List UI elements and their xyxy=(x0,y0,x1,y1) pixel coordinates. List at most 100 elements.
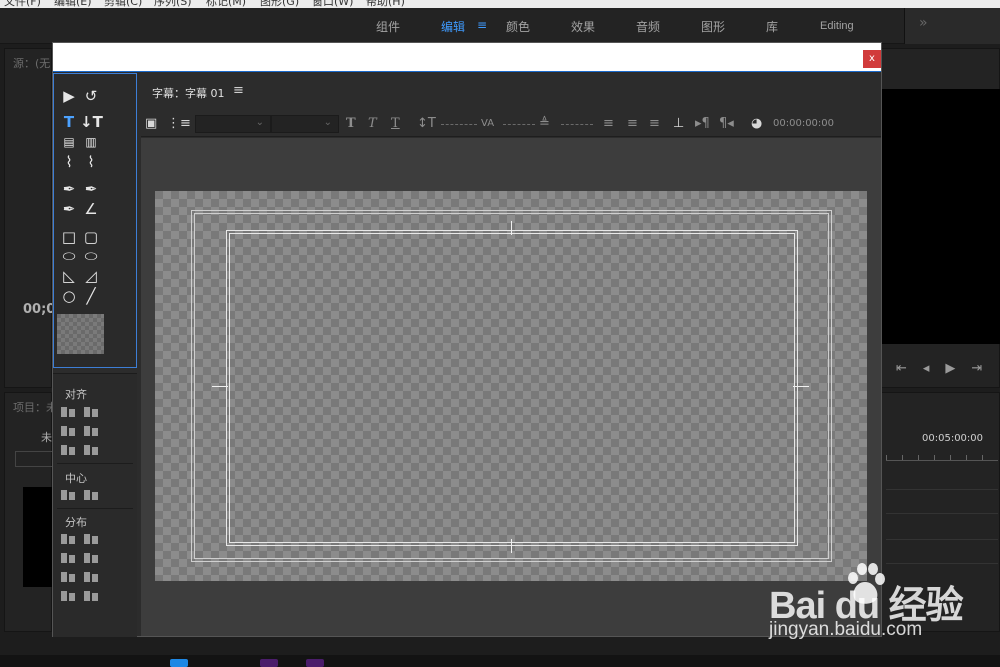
source-tab[interactable]: 源：(无 xyxy=(13,55,50,71)
workspace-tab-editing-en[interactable]: Editing xyxy=(820,20,854,32)
project-tab[interactable]: 项目：未 xyxy=(13,399,57,415)
title-canvas[interactable] xyxy=(155,191,867,581)
align-left-icon[interactable] xyxy=(61,405,75,419)
background-video-timecode[interactable]: 00:00:00:00 xyxy=(773,118,834,129)
taskbar-premiere-icon[interactable] xyxy=(306,659,324,667)
distribute-vcenter-icon[interactable] xyxy=(84,551,98,565)
distribute-bottom-icon[interactable] xyxy=(84,570,98,584)
project-thumbnail[interactable] xyxy=(23,487,53,587)
workspace-tab-libraries[interactable]: 库 xyxy=(766,18,778,35)
menu-graphics[interactable]: 图形(G) xyxy=(260,0,299,8)
distribute-right-icon[interactable] xyxy=(61,570,75,584)
vertical-path-type-tool-icon[interactable]: ⌇ xyxy=(80,153,102,171)
font-size-icon[interactable]: ↕T xyxy=(417,116,436,132)
align-hcenter-icon[interactable] xyxy=(61,424,75,438)
type-tool-icon[interactable]: T xyxy=(58,113,80,131)
menu-sequence[interactable]: 序列(S) xyxy=(154,0,192,8)
show-background-video-icon[interactable]: ◕ xyxy=(751,116,762,132)
titler-titlebar[interactable]: x xyxy=(53,43,881,72)
rectangle-tool-icon[interactable]: □ xyxy=(58,228,80,246)
workspace-tab-editing[interactable]: 编辑 xyxy=(441,18,465,35)
menu-help[interactable]: 帮助(H) xyxy=(366,0,405,8)
rounded-rectangle-tool-icon[interactable]: ▢ xyxy=(80,228,102,246)
add-anchor-tool-icon[interactable]: ✒ xyxy=(58,200,80,218)
distribute-section-label: 分布 xyxy=(65,516,87,529)
titler-dialog: x ▶ ↺ T ↓T ▤ ▥ ⌇ ⌇ ✒ ✒ ✒ ∠ □ ▢ ⬭ ⬭ ◺ ◿ ○… xyxy=(52,42,882,637)
clipped-rectangle-tool-icon[interactable]: ⬭ xyxy=(58,247,80,265)
italic-icon[interactable]: T xyxy=(368,116,377,132)
menu-edit[interactable]: 编辑(E) xyxy=(54,0,92,8)
baidu-url-text: jingyan.baidu.com xyxy=(769,619,923,640)
titler-toolbar: ▣ ⋮≡ ⌄ ⌄ T T T ↕T VA ≜ ≡ ≡ ≡ ⊥ ▸¶ ¶◂ ◕ 0… xyxy=(141,113,881,137)
align-text-center-icon[interactable]: ≡ xyxy=(627,116,638,132)
kerning-icon[interactable]: VA xyxy=(481,116,494,132)
distribute-left-icon[interactable] xyxy=(61,532,75,546)
timeline-ruler[interactable] xyxy=(886,451,998,461)
workspace-tab-graphics[interactable]: 图形 xyxy=(701,18,725,35)
workspace-tab-effects[interactable]: 效果 xyxy=(571,18,595,35)
close-button[interactable]: x xyxy=(863,50,881,68)
leading-value[interactable] xyxy=(561,124,593,125)
taskbar-edge-icon[interactable] xyxy=(170,659,188,667)
pen-tool-icon[interactable]: ✒ xyxy=(58,180,80,198)
new-title-icon[interactable]: ▣ xyxy=(145,116,157,132)
vertical-type-tool-icon[interactable]: ↓T xyxy=(80,113,103,131)
center-vertical-icon[interactable] xyxy=(84,488,98,502)
convert-anchor-tool-icon[interactable]: ∠ xyxy=(80,200,102,218)
menu-file[interactable]: 文件(F) xyxy=(4,0,41,8)
distribute-vspace-icon[interactable] xyxy=(84,589,98,603)
align-text-right-icon[interactable]: ≡ xyxy=(649,116,660,132)
font-family-dropdown[interactable]: ⌄ xyxy=(195,115,271,133)
ltr-paragraph-icon[interactable]: ▸¶ xyxy=(695,116,710,132)
timeline-timecode: 00:05:00:00 xyxy=(922,433,984,444)
bold-icon[interactable]: T xyxy=(346,116,356,132)
delete-anchor-tool-icon[interactable]: ✒ xyxy=(80,180,102,198)
safe-margin-tick xyxy=(511,539,512,553)
distribute-hspace-icon[interactable] xyxy=(61,589,75,603)
font-size-value[interactable] xyxy=(441,124,477,125)
workspace-tab-assembly[interactable]: 组件 xyxy=(376,18,400,35)
align-text-left-icon[interactable]: ≡ xyxy=(603,116,614,132)
tab-stops-icon[interactable]: ⊥ xyxy=(673,116,684,132)
titler-header: 字幕：字幕 01 ≡ xyxy=(141,73,881,113)
vertical-area-type-tool-icon[interactable]: ▥ xyxy=(80,133,102,151)
selection-tool-icon[interactable]: ▶ xyxy=(58,87,80,105)
path-type-tool-icon[interactable]: ⌇ xyxy=(58,153,80,171)
align-vcenter-icon[interactable] xyxy=(84,424,98,438)
workspace-tab-audio[interactable]: 音频 xyxy=(636,18,660,35)
align-right-icon[interactable] xyxy=(61,443,75,457)
align-top-icon[interactable] xyxy=(84,405,98,419)
center-horizontal-icon[interactable] xyxy=(61,488,75,502)
title-name-label[interactable]: 字幕：字幕 01 xyxy=(152,85,225,101)
menu-marker[interactable]: 标记(M) xyxy=(206,0,246,8)
wedge-tool-icon[interactable]: ◺ xyxy=(58,267,80,285)
workspace-tab-color[interactable]: 颜色 xyxy=(506,18,530,35)
program-video xyxy=(882,89,1000,344)
line-tool-icon[interactable]: ╱ xyxy=(80,287,102,305)
align-bottom-icon[interactable] xyxy=(84,443,98,457)
underline-icon[interactable]: T xyxy=(391,116,400,132)
ellipse-tool-icon[interactable]: ○ xyxy=(58,287,80,305)
menu-clip[interactable]: 剪辑(C) xyxy=(104,0,142,8)
project-search-input[interactable] xyxy=(15,451,53,467)
rtl-paragraph-icon[interactable]: ¶◂ xyxy=(719,116,734,132)
workspace-overflow[interactable]: » xyxy=(904,8,1000,44)
section-divider xyxy=(57,463,133,464)
source-timecode: 00;0 xyxy=(23,302,56,317)
distribute-hcenter-icon[interactable] xyxy=(61,551,75,565)
title-panel-menu-icon[interactable]: ≡ xyxy=(233,83,244,98)
area-type-tool-icon[interactable]: ▤ xyxy=(58,133,80,151)
project-item-name[interactable]: 未 xyxy=(41,429,52,445)
leading-icon[interactable]: ≜ xyxy=(539,116,550,132)
playback-controls[interactable]: ⇤◂▶⇥ xyxy=(896,361,998,376)
rounded-corner-tool-icon[interactable]: ⬭ xyxy=(80,247,102,265)
menu-window[interactable]: 窗口(W) xyxy=(312,0,353,8)
workspace-menu-icon[interactable]: ≡ xyxy=(477,18,487,32)
roll-crawl-options-icon[interactable]: ⋮≡ xyxy=(167,116,191,132)
rotation-tool-icon[interactable]: ↺ xyxy=(80,87,102,105)
taskbar-premiere-icon[interactable] xyxy=(260,659,278,667)
arc-tool-icon[interactable]: ◿ xyxy=(80,267,102,285)
kerning-value[interactable] xyxy=(503,124,535,125)
distribute-top-icon[interactable] xyxy=(84,532,98,546)
font-style-dropdown[interactable]: ⌄ xyxy=(271,115,339,133)
